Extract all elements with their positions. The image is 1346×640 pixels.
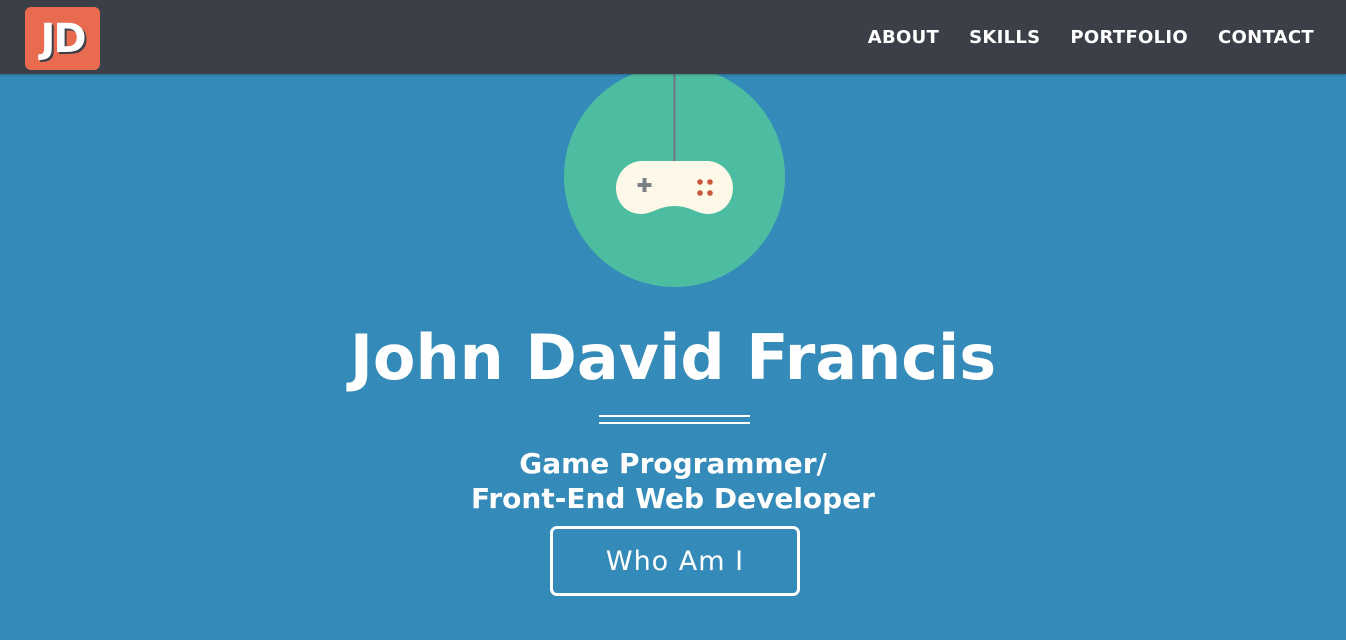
- nav-portfolio-link[interactable]: PORTFOLIO: [1070, 27, 1188, 48]
- hero-name-heading: John David Francis: [349, 321, 997, 394]
- gamepad-icon: [564, 66, 785, 287]
- who-am-i-button[interactable]: Who Am I: [550, 526, 800, 596]
- nav-about-link[interactable]: ABOUT: [868, 27, 939, 48]
- double-line-divider: [599, 415, 750, 425]
- dpad-vertical: [642, 178, 647, 192]
- page: JD ABOUT SKILLS PORTFOLIO CONTACT John D…: [0, 0, 1346, 640]
- logo-home-link[interactable]: JD: [25, 7, 100, 70]
- action-button-2: [707, 179, 713, 185]
- subtitle-line-2: Front-End Web Developer: [471, 482, 875, 515]
- hero-subtitle: Game Programmer/ Front-End Web Developer: [0, 446, 1346, 516]
- nav-skills-link[interactable]: SKILLS: [969, 27, 1040, 48]
- divider-line-bottom: [599, 422, 750, 424]
- action-button-4: [707, 190, 713, 196]
- hero-illustration: [564, 66, 785, 287]
- action-button-3: [697, 190, 703, 196]
- nav-contact-link[interactable]: CONTACT: [1218, 27, 1314, 48]
- action-button-1: [697, 179, 703, 185]
- subtitle-line-1: Game Programmer/: [519, 447, 827, 480]
- top-navbar: JD ABOUT SKILLS PORTFOLIO CONTACT: [0, 0, 1346, 74]
- main-nav: ABOUT SKILLS PORTFOLIO CONTACT: [868, 0, 1314, 74]
- divider-line-top: [599, 415, 750, 417]
